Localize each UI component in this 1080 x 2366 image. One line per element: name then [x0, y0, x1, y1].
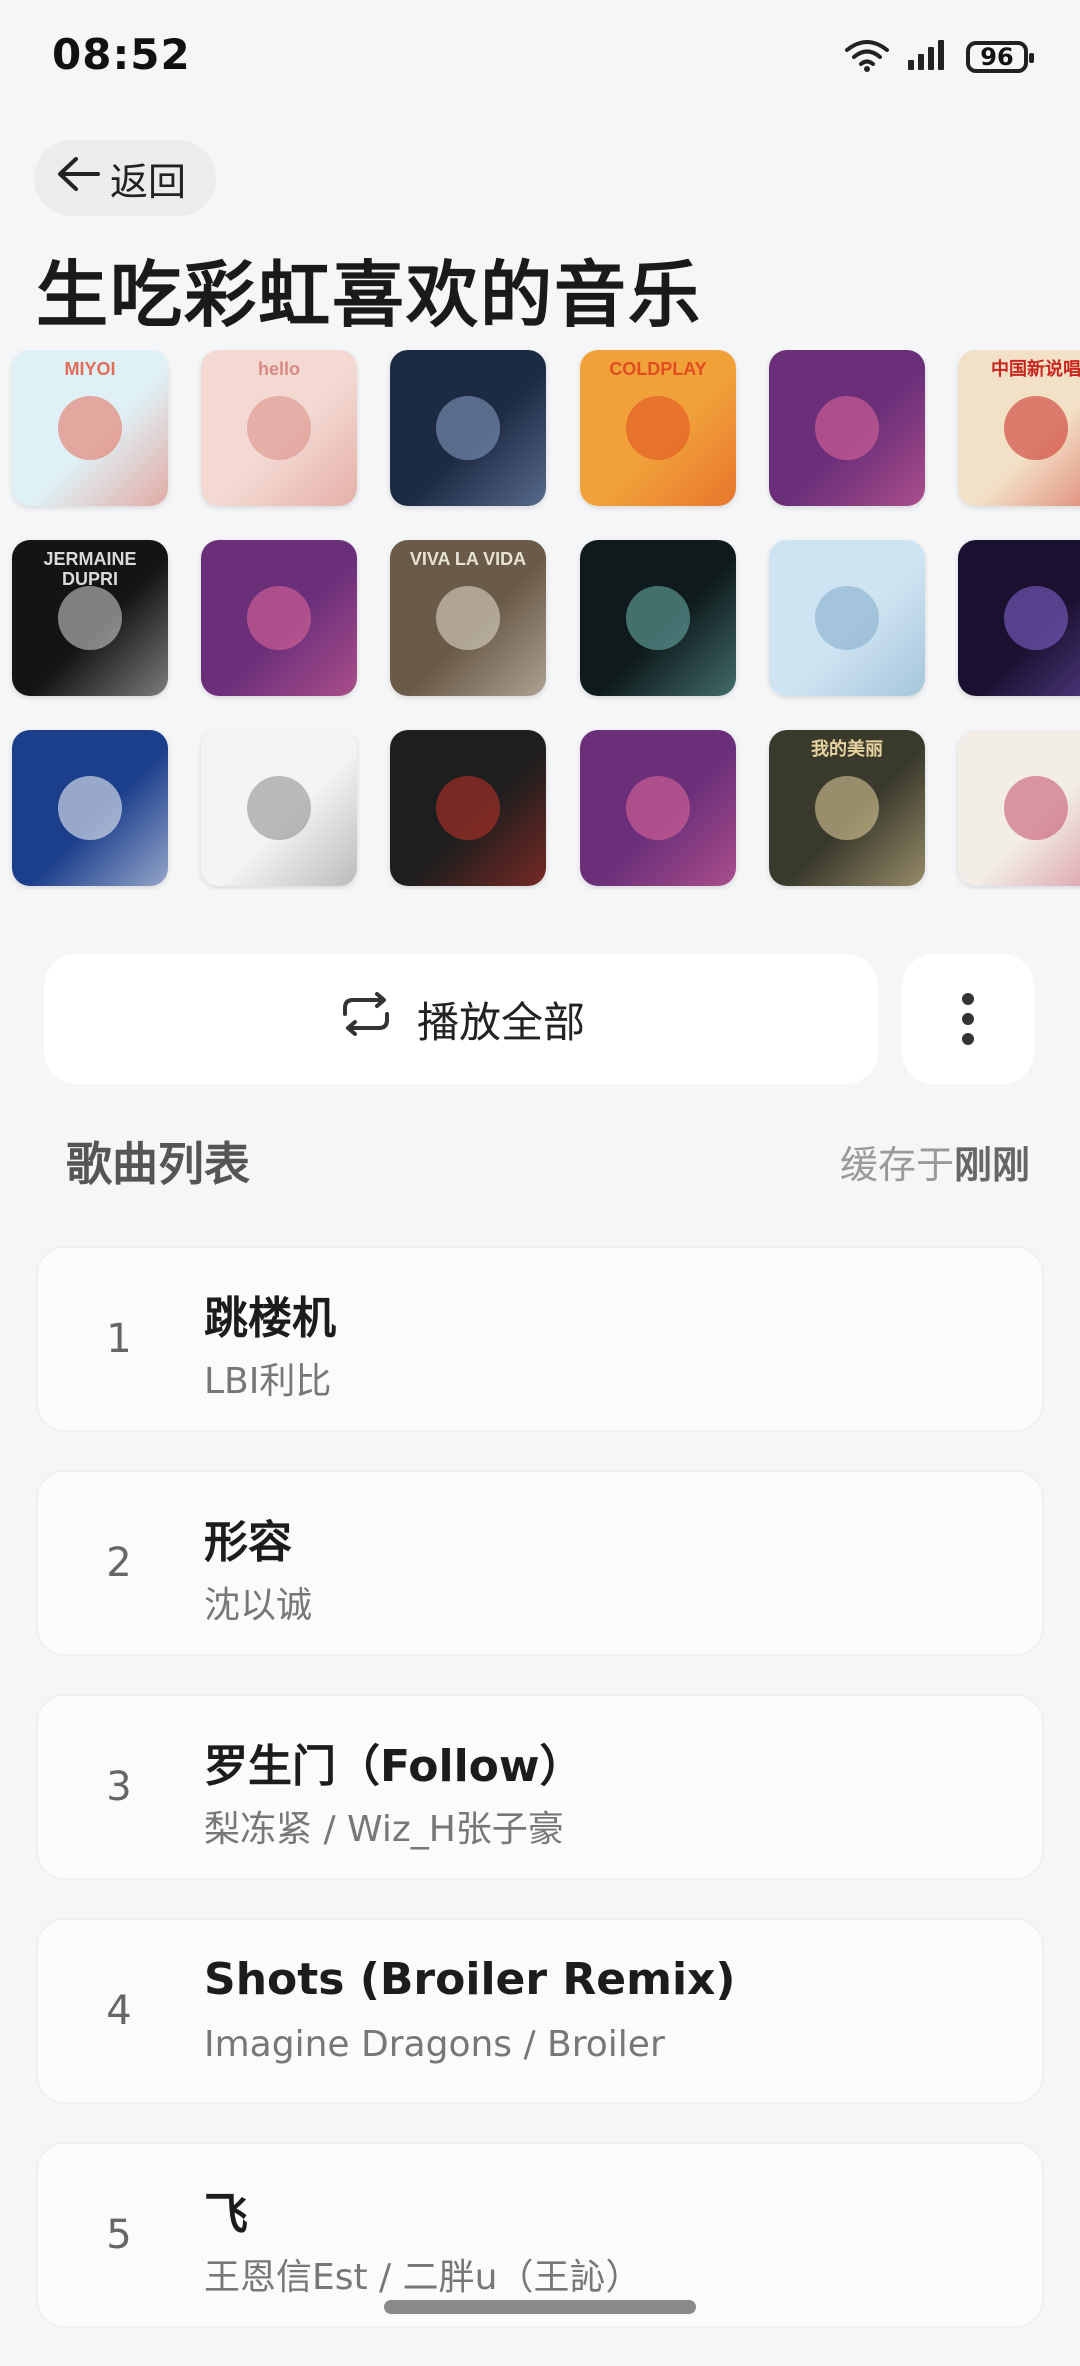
- song-title: 飞: [204, 2189, 248, 2240]
- album-cover: JERMAINE DUPRI: [12, 540, 168, 696]
- back-label: 返回: [110, 159, 187, 204]
- cover-label: COLDPLAY: [609, 359, 707, 379]
- cover-art-shape: [815, 586, 879, 650]
- cover-art-shape: [815, 776, 879, 840]
- song-item[interactable]: 3 罗生门（Follow） 梨冻紧 / Wiz_H张子豪: [36, 1694, 1044, 1880]
- cover-art-shape: [436, 396, 500, 460]
- song-number: 3: [106, 1764, 132, 1810]
- album-cover: COLDPLAY: [580, 350, 736, 506]
- song-title: Shots (Broiler Remix): [204, 1954, 736, 2005]
- album-cover: [580, 730, 736, 886]
- cover-label: VIVA LA VIDA: [409, 549, 527, 569]
- album-cover: VIVA LA VIDA: [390, 540, 546, 696]
- cache-prefix: 缓存于: [839, 1143, 954, 1187]
- cover-art-shape: [58, 396, 122, 460]
- cover-art-shape: [1004, 396, 1068, 460]
- cover-label: 中国新说唱: [991, 359, 1080, 379]
- album-cover: 中国新说唱: [958, 350, 1080, 506]
- cover-art-shape: [436, 776, 500, 840]
- song-artist: 梨冻紧 / Wiz_H张子豪: [204, 1809, 564, 1850]
- song-number: 4: [106, 1988, 132, 2034]
- cover-label: MIYOI: [64, 359, 116, 379]
- back-button[interactable]: 返回: [34, 140, 217, 216]
- album-cover: [12, 730, 168, 886]
- cover-art-shape: [815, 396, 879, 460]
- song-artist: Imagine Dragons / Broiler: [204, 2024, 665, 2065]
- cover-art-shape: [247, 776, 311, 840]
- song-artist: LBI利比: [204, 1361, 332, 1402]
- signal-icon: [906, 38, 950, 76]
- album-cover: [390, 730, 546, 886]
- song-number: 2: [106, 1540, 132, 1586]
- album-cover-grid: MIYOI hello COLDPLAY 中国新说唱 JERMAINE DUPR…: [0, 350, 1080, 890]
- album-cover: 我的美丽: [769, 730, 925, 886]
- album-cover: [769, 540, 925, 696]
- status-icons: 96: [844, 38, 1034, 76]
- song-list: 1 跳楼机 LBI利比 2 形容 沈以诚 3 罗生门（Follow） 梨冻紧 /…: [36, 1246, 1044, 2366]
- more-options-button[interactable]: [902, 954, 1034, 1084]
- play-all-button[interactable]: 播放全部: [44, 954, 878, 1084]
- cover-label: 我的美丽: [811, 739, 883, 759]
- battery-indicator: 96: [966, 41, 1034, 73]
- cover-art-shape: [58, 586, 122, 650]
- status-bar: 08:52 96: [0, 0, 1080, 120]
- battery-level: 96: [980, 43, 1014, 71]
- cover-art-shape: [436, 586, 500, 650]
- play-all-label: 播放全部: [416, 997, 585, 1047]
- song-title: 罗生门（Follow）: [204, 1741, 584, 1792]
- album-cover: [958, 730, 1080, 886]
- album-cover: [201, 540, 357, 696]
- home-indicator[interactable]: [384, 2300, 696, 2314]
- cover-art-shape: [626, 776, 690, 840]
- cover-label: JERMAINE DUPRI: [43, 549, 137, 589]
- repeat-icon: [337, 992, 395, 1046]
- album-cover: hello: [201, 350, 357, 506]
- cover-art-shape: [1004, 776, 1068, 840]
- cover-art-shape: [626, 396, 690, 460]
- song-number: 1: [106, 1316, 132, 1362]
- song-item[interactable]: 4 Shots (Broiler Remix) Imagine Dragons …: [36, 1918, 1044, 2104]
- cache-time: 刚刚: [953, 1143, 1030, 1187]
- more-vertical-icon: [962, 993, 974, 1045]
- album-cover: [201, 730, 357, 886]
- song-list-heading: 歌曲列表: [66, 1137, 250, 1191]
- album-cover: [390, 350, 546, 506]
- album-cover: [958, 540, 1080, 696]
- song-title: 跳楼机: [204, 1293, 336, 1344]
- album-cover: [580, 540, 736, 696]
- wifi-icon: [844, 38, 890, 76]
- cover-art-shape: [1004, 586, 1068, 650]
- cover-art-shape: [58, 776, 122, 840]
- cover-art-shape: [247, 396, 311, 460]
- cover-art-shape: [626, 586, 690, 650]
- cover-label: hello: [257, 359, 300, 379]
- cover-art-shape: [247, 586, 311, 650]
- cache-status: 缓存于刚刚: [840, 1134, 1030, 1189]
- song-artist: 王恩信Est / 二胖u（王訫）: [204, 2257, 642, 2298]
- page-title: 生吃彩虹喜欢的音乐: [36, 253, 703, 337]
- song-title: 形容: [204, 1517, 292, 1568]
- song-number: 5: [106, 2212, 132, 2258]
- song-item[interactable]: 2 形容 沈以诚: [36, 1470, 1044, 1656]
- song-artist: 沈以诚: [204, 1585, 313, 1626]
- status-time: 08:52: [52, 30, 191, 79]
- album-cover: [769, 350, 925, 506]
- album-cover: MIYOI: [12, 350, 168, 506]
- song-item[interactable]: 1 跳楼机 LBI利比: [36, 1246, 1044, 1432]
- arrow-left-icon: [54, 154, 102, 203]
